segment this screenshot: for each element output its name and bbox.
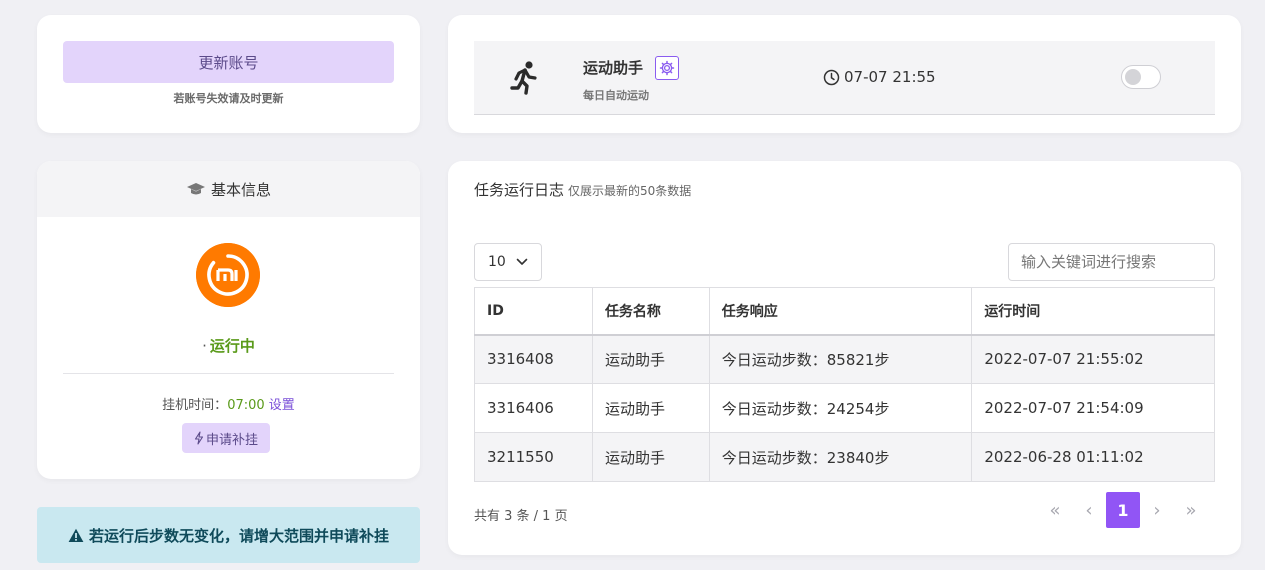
mi-logo-icon (196, 243, 260, 307)
cell-task-name: 运动助手 (591, 432, 710, 482)
cell-run-time: 2022-06-28 01:11:02 (971, 432, 1215, 482)
first-page-button[interactable]: « (1038, 492, 1072, 528)
cell-run-time: 2022-07-07 21:55:02 (971, 334, 1215, 384)
warning-icon (68, 528, 84, 542)
task-row: 运动助手 每日自动运动 07-07 21:55 (474, 41, 1215, 115)
pagination: « ‹ 1 › » (1038, 492, 1208, 528)
cell-task-name: 运动助手 (591, 334, 710, 384)
pagination-summary: 共有 3 条 / 1 页 (474, 509, 568, 524)
toggle-knob (1125, 69, 1141, 85)
page-size-select[interactable]: 10 (474, 243, 542, 281)
page-number-button[interactable]: 1 (1106, 492, 1140, 528)
table-header-row: ID 任务名称 任务响应 运行时间 (474, 287, 1215, 336)
search-input[interactable] (1008, 243, 1215, 281)
table-row: 3316406 运动助手 今日运动步数：24254步 2022-07-07 21… (474, 383, 1215, 433)
run-status: · 运行中 (37, 335, 420, 356)
page-size-value: 10 (488, 254, 506, 270)
gear-icon[interactable] (655, 56, 679, 80)
last-page-button[interactable]: » (1174, 492, 1208, 528)
cell-response: 今日运动步数：24254步 (708, 383, 973, 433)
cell-id: 3211550 (474, 432, 593, 482)
table-row: 3211550 运动助手 今日运动步数：23840步 2022-06-28 01… (474, 432, 1215, 482)
update-account-card: 更新账号 若账号失效请及时更新 (37, 15, 420, 133)
divider (63, 373, 394, 374)
task-log-card: 任务运行日志仅展示最新的50条数据 10 ID 任务名称 任务响应 运行时间 3… (448, 161, 1241, 555)
cell-response: 今日运动步数：23840步 (708, 432, 973, 482)
task-subtitle: 每日自动运动 (583, 89, 649, 102)
column-header-task-name[interactable]: 任务名称 (591, 287, 710, 336)
status-dot: · (202, 337, 207, 355)
table-row: 3316408 运动助手 今日运动步数：85821步 2022-07-07 21… (474, 334, 1215, 384)
update-account-button[interactable]: 更新账号 (63, 41, 394, 83)
next-page-button[interactable]: › (1140, 492, 1174, 528)
log-title: 任务运行日志 仅展示最新的50条数据 (474, 179, 691, 200)
hang-time-label: 挂机时间： (162, 398, 228, 413)
cell-id: 3316406 (474, 383, 593, 433)
log-table: ID 任务名称 任务响应 运行时间 3316408 运动助手 今日运动步数：85… (474, 287, 1215, 482)
previous-page-button[interactable]: ‹ (1072, 492, 1106, 528)
column-header-id[interactable]: ID (474, 287, 593, 336)
lightning-icon (194, 431, 204, 445)
column-header-run-time[interactable]: 运行时间 (971, 287, 1215, 336)
task-enable-toggle[interactable] (1121, 65, 1161, 89)
log-title-text: 任务运行日志 (474, 181, 565, 199)
apply-rerun-button[interactable]: 申请补挂 (182, 423, 270, 453)
status-text: 运行中 (209, 337, 255, 355)
warning-text: 若运行后步数无变化，请增大范围并申请补挂 (88, 526, 389, 545)
graduation-cap-icon (186, 183, 205, 195)
running-person-icon (510, 61, 537, 95)
warning-alert: 若运行后步数无变化，请增大范围并申请补挂 (37, 507, 420, 563)
chevron-down-icon (516, 258, 528, 265)
cell-task-name: 运动助手 (591, 383, 710, 433)
cell-run-time: 2022-07-07 21:54:09 (971, 383, 1215, 433)
task-title: 运动助手 (583, 59, 644, 77)
cell-id: 3316408 (474, 334, 593, 384)
task-run-time: 07-07 21:55 (844, 68, 936, 86)
log-subtitle: 仅展示最新的50条数据 (568, 184, 692, 198)
column-header-response[interactable]: 任务响应 (708, 287, 973, 336)
basic-info-card: 基本信息 · 运行中 挂机时间：07:00 设置 申请补挂 (37, 161, 420, 479)
basic-info-header: 基本信息 (37, 161, 420, 217)
cell-response: 今日运动步数：85821步 (708, 334, 973, 384)
hang-time-line: 挂机时间：07:00 设置 (37, 394, 420, 413)
clock-icon (823, 69, 840, 86)
update-hint: 若账号失效请及时更新 (173, 92, 284, 105)
apply-rerun-label: 申请补挂 (205, 432, 258, 448)
basic-info-title: 基本信息 (210, 180, 271, 199)
hang-time-settings-link[interactable]: 设置 (269, 398, 295, 413)
task-card: 运动助手 每日自动运动 07-07 21:55 (448, 15, 1241, 133)
hang-time-value: 07:00 (227, 398, 265, 413)
